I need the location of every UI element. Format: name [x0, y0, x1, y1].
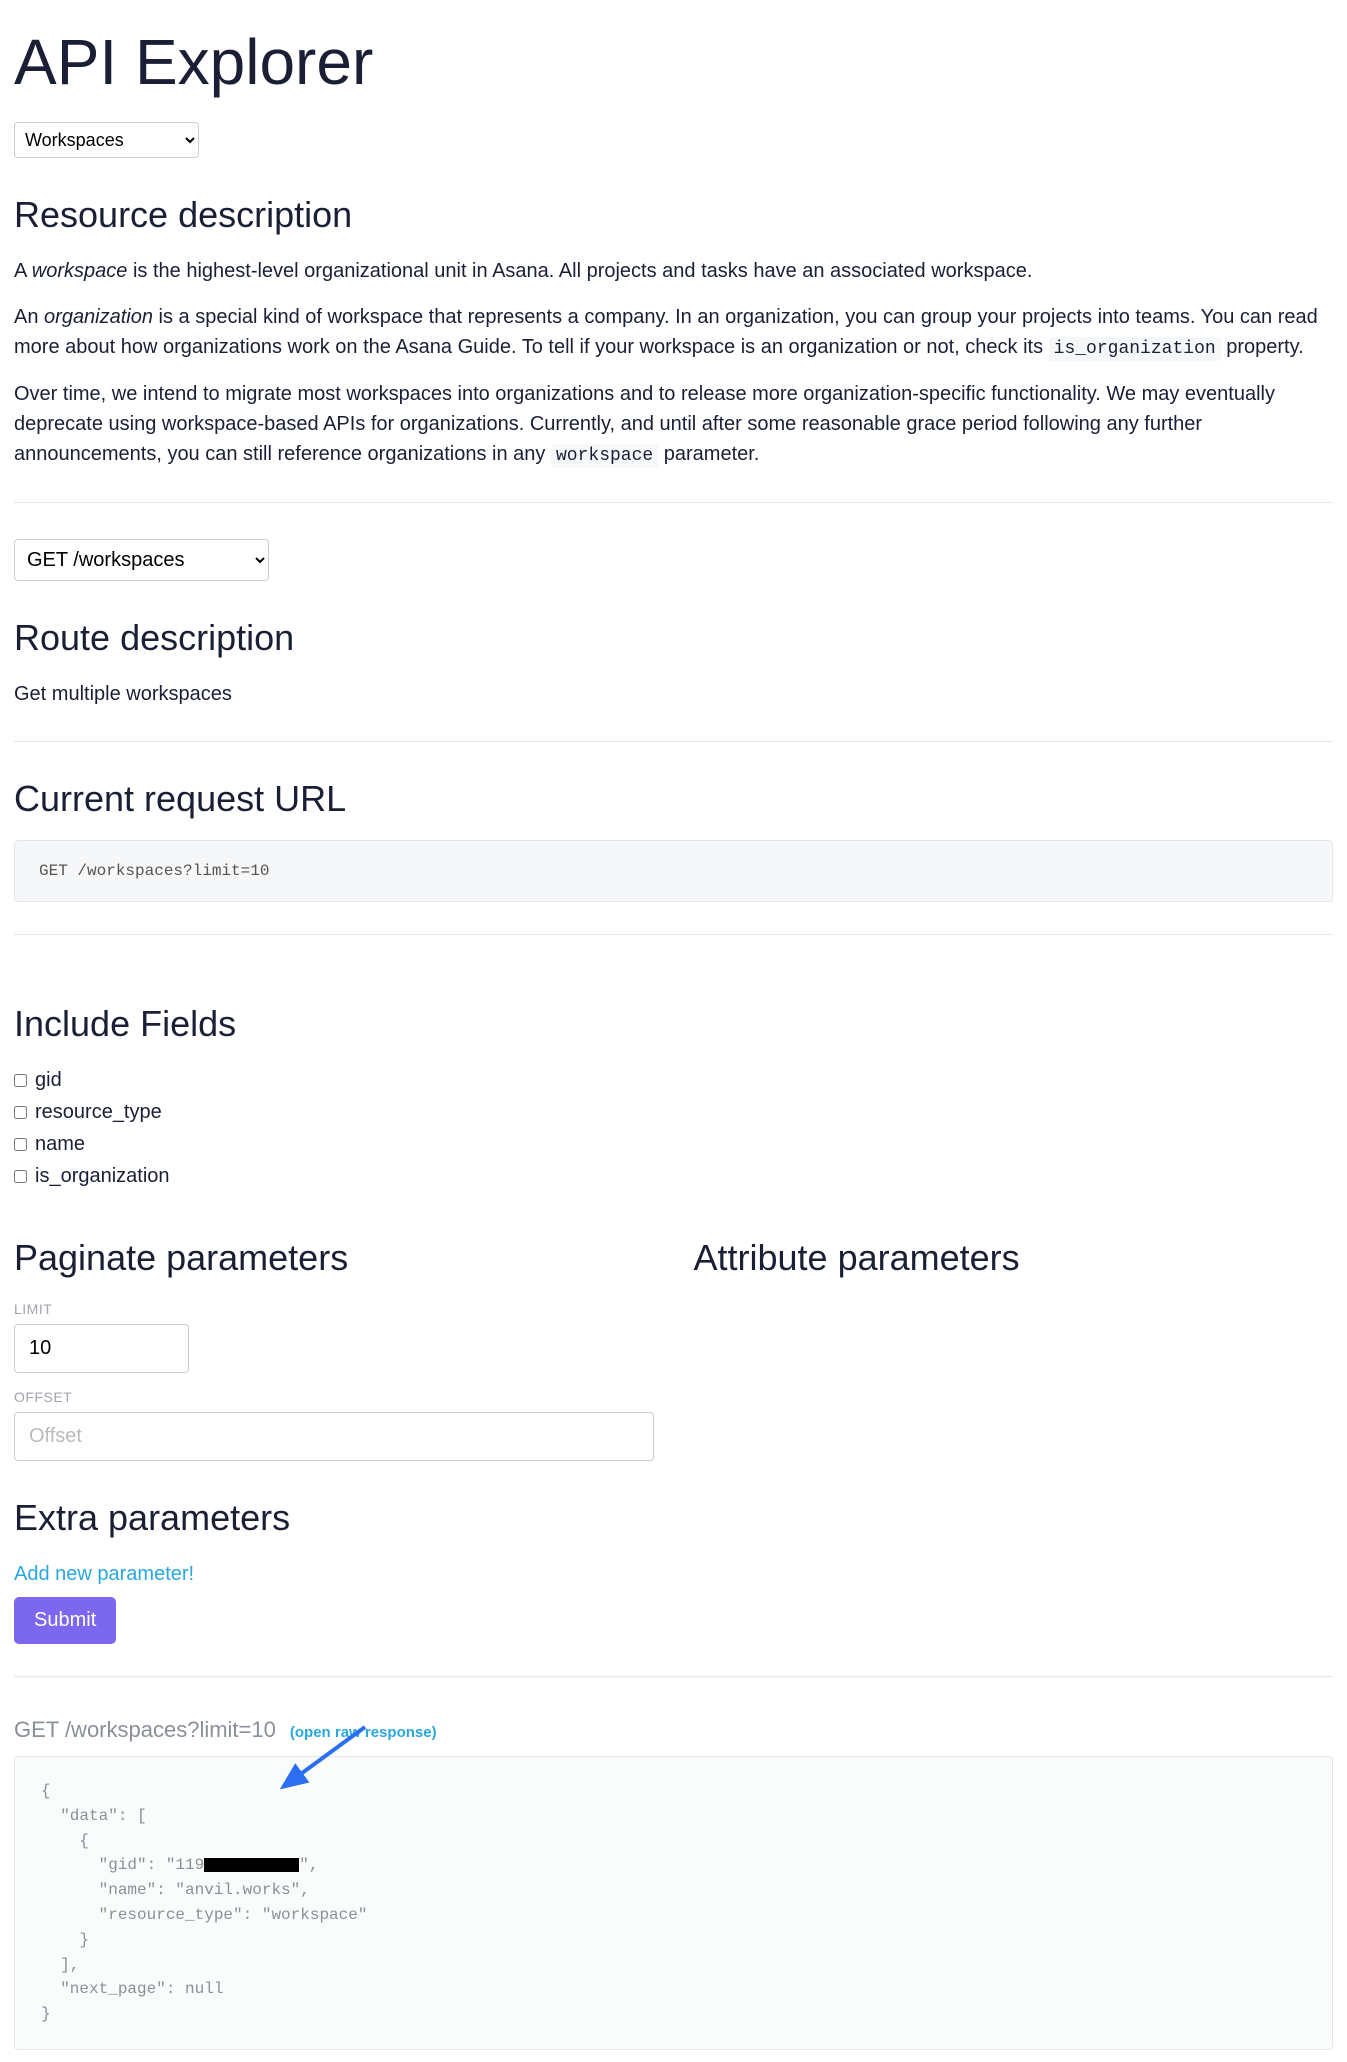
- limit-label: Limit: [14, 1299, 654, 1320]
- code-line: "resource_type": "workspace": [41, 1906, 367, 1924]
- offset-input[interactable]: [14, 1412, 654, 1461]
- include-field-checkbox-resource_type[interactable]: [14, 1106, 27, 1119]
- current-request-url-heading: Current request URL: [14, 772, 1333, 826]
- route-description-text: Get multiple workspaces: [14, 679, 1333, 709]
- resource-description-p2: An organization is a special kind of wor…: [14, 302, 1333, 363]
- submit-button[interactable]: Submit: [14, 1597, 116, 1644]
- text: An: [14, 306, 44, 328]
- include-field-item: gid: [14, 1065, 1333, 1095]
- include-fields-list: gidresource_typenameis_organization: [14, 1065, 1333, 1191]
- divider: [14, 502, 1333, 503]
- include-field-item: resource_type: [14, 1097, 1333, 1127]
- redacted-text: [204, 1858, 299, 1872]
- include-field-checkbox-name[interactable]: [14, 1138, 27, 1151]
- include-fields-heading: Include Fields: [14, 997, 1333, 1051]
- paginate-params-heading: Paginate parameters: [14, 1231, 654, 1285]
- include-field-checkbox-gid[interactable]: [14, 1074, 27, 1087]
- response-body: { "data": [ { "gid": "119 ", "name": "anv…: [14, 1756, 1333, 2050]
- code-line: ],: [41, 1956, 79, 1974]
- route-select[interactable]: GET /workspaces: [14, 539, 269, 581]
- code-line: "gid": "119: [41, 1856, 204, 1874]
- text: property.: [1221, 336, 1304, 358]
- include-field-checkbox-is_organization[interactable]: [14, 1170, 27, 1183]
- code-line: {: [41, 1782, 51, 1800]
- include-field-label: gid: [35, 1065, 62, 1095]
- resource-description-p1: A workspace is the highest-level organiz…: [14, 256, 1333, 286]
- text: A: [14, 260, 32, 282]
- include-field-item: is_organization: [14, 1161, 1333, 1191]
- resource-select[interactable]: Workspaces: [14, 122, 199, 158]
- include-field-label: is_organization: [35, 1161, 170, 1191]
- code-line: {: [41, 1832, 89, 1850]
- route-description-heading: Route description: [14, 611, 1333, 665]
- open-raw-response-link[interactable]: (open raw response): [290, 1722, 437, 1745]
- include-field-item: name: [14, 1129, 1333, 1159]
- text-em: organization: [44, 306, 153, 328]
- code-inline: is_organization: [1049, 337, 1221, 361]
- text: parameter.: [658, 443, 759, 465]
- code-line: }: [41, 2005, 51, 2023]
- resource-description-p3: Over time, we intend to migrate most wor…: [14, 379, 1333, 470]
- divider: [14, 1676, 1333, 1677]
- text-em: workspace: [32, 260, 128, 282]
- attribute-params-heading: Attribute parameters: [694, 1231, 1334, 1285]
- code-line: "name": "anvil.works",: [41, 1881, 310, 1899]
- code-inline: workspace: [551, 444, 658, 468]
- page-title: API Explorer: [14, 14, 1333, 110]
- limit-input[interactable]: [14, 1324, 189, 1373]
- add-parameter-link[interactable]: Add new parameter!: [14, 1559, 1333, 1589]
- divider: [14, 934, 1333, 935]
- code-line: ",: [299, 1856, 318, 1874]
- text: is the highest-level organizational unit…: [127, 260, 1032, 282]
- response-request-line: GET /workspaces?limit=10: [14, 1713, 276, 1746]
- code-line: "data": [: [41, 1807, 147, 1825]
- offset-label: Offset: [14, 1387, 654, 1408]
- code-line: "next_page": null: [41, 1980, 223, 1998]
- current-request-url-value: GET /workspaces?limit=10: [14, 840, 1333, 902]
- include-field-label: name: [35, 1129, 85, 1159]
- include-field-label: resource_type: [35, 1097, 162, 1127]
- divider: [14, 741, 1333, 742]
- resource-description-heading: Resource description: [14, 188, 1333, 242]
- extra-params-heading: Extra parameters: [14, 1491, 1333, 1545]
- code-line: }: [41, 1931, 89, 1949]
